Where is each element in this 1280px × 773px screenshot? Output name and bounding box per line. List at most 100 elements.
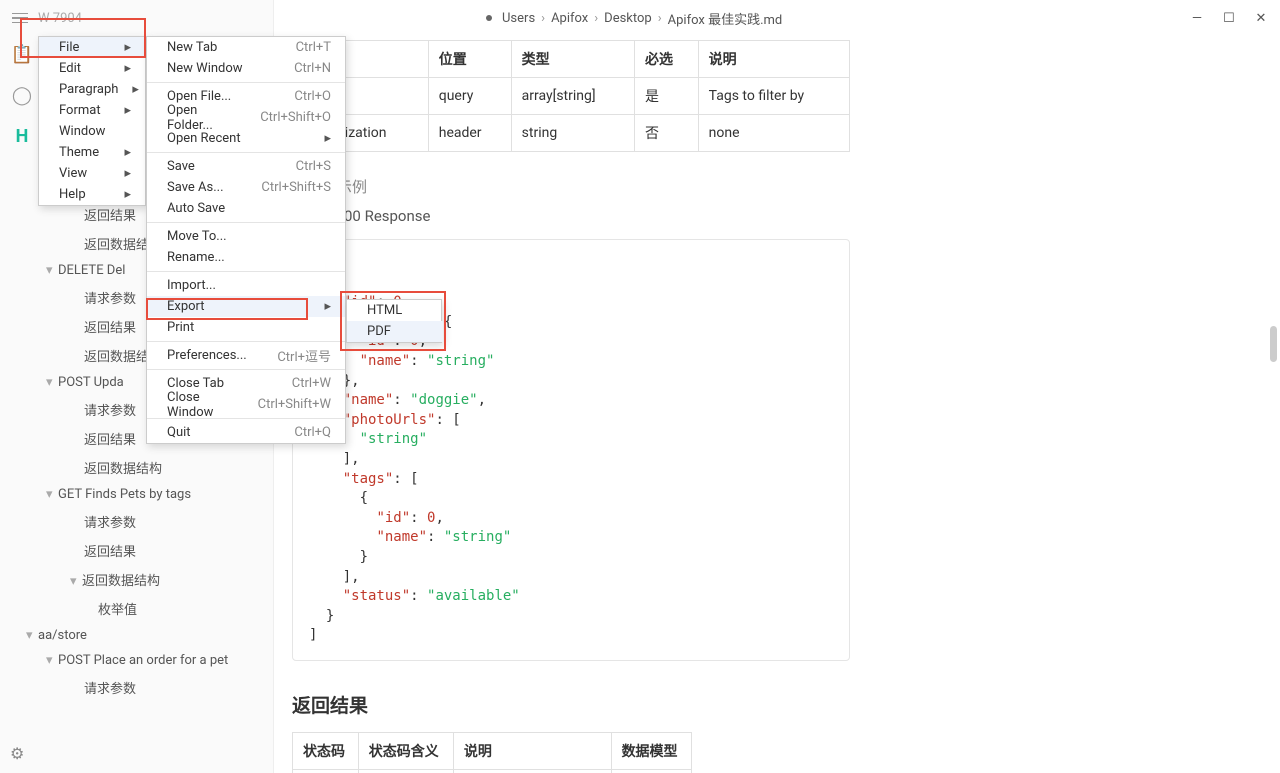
menu-item[interactable]: Auto Save [147, 198, 345, 219]
menu-shortcut: Ctrl+Shift+W [258, 397, 331, 412]
results-heading: 返回结果 [292, 691, 1272, 718]
hamburger-icon[interactable] [12, 13, 28, 24]
menu-item-label: Help [59, 187, 86, 202]
tree-node[interactable]: ▾aa/store [20, 623, 273, 648]
circle-icon[interactable]: ◯ [12, 85, 32, 106]
menu-item[interactable]: Print [147, 317, 345, 338]
menu-item-label: Format [59, 103, 101, 118]
chevron-right-icon: ▸ [324, 299, 331, 314]
tree-node-label: 请求参数 [84, 404, 136, 419]
outline-icon[interactable]: H [16, 126, 29, 147]
chevron-down-icon: ▾ [70, 574, 80, 589]
chevron-right-icon: ▸ [124, 61, 131, 76]
menu-shortcut: Ctrl+T [296, 40, 331, 55]
menu-item-help[interactable]: Help▸ [39, 184, 145, 205]
chevron-right-icon: › [541, 11, 545, 26]
menu-item-pdf[interactable]: PDF [347, 321, 443, 342]
minimize-button[interactable]: — [1190, 11, 1204, 26]
menu-separator [147, 82, 345, 83]
tree-node-label: aa/store [38, 628, 87, 643]
menu-item[interactable]: Save As...Ctrl+Shift+S [147, 177, 345, 198]
tree-node[interactable]: 请求参数 [40, 507, 273, 536]
menu-item[interactable]: Open Folder...Ctrl+Shift+O [147, 107, 345, 128]
tree-node[interactable]: 返回数据结构 [40, 453, 273, 482]
chevron-right-icon: ▸ [124, 166, 131, 181]
file-menu: New TabCtrl+TNew WindowCtrl+NOpen File..… [146, 36, 346, 444]
table-header: 说明 [698, 41, 849, 78]
tree-node-label: 返回数据结构 [84, 462, 162, 477]
chevron-right-icon: ▸ [132, 82, 139, 97]
chevron-down-icon: ▾ [46, 263, 56, 278]
close-button[interactable]: ✕ [1254, 11, 1268, 26]
tree-node[interactable]: ▾返回数据结构 [40, 565, 273, 594]
menu-separator [147, 341, 345, 342]
menu-item-paragraph[interactable]: Paragraph ▸ [39, 79, 145, 100]
chevron-right-icon: › [594, 11, 598, 26]
menu-item-label: Print [167, 320, 194, 335]
menu-item[interactable]: Export▸ [147, 296, 345, 317]
tree-node[interactable]: 返回结果 [40, 536, 273, 565]
breadcrumb-segment[interactable]: Desktop [604, 11, 652, 26]
breadcrumb-segment[interactable]: Apifox 最佳实践.md [668, 9, 783, 28]
maximize-button[interactable]: ☐ [1222, 11, 1236, 26]
menu-item[interactable]: New TabCtrl+T [147, 37, 345, 58]
menu-item[interactable]: Rename... [147, 247, 345, 268]
menu-separator [147, 222, 345, 223]
chevron-down-icon: ▾ [46, 653, 56, 668]
menu-item-label: Rename... [167, 250, 225, 265]
menu-item-label: Paragraph [59, 82, 118, 97]
tree-node-label: POST Place an order for a pet [58, 653, 228, 668]
menu-item-html[interactable]: HTML [347, 300, 443, 321]
table-header: 状态码含义 [358, 732, 453, 769]
scrollbar-thumb[interactable] [1270, 326, 1277, 362]
menu-item[interactable]: QuitCtrl+Q [147, 422, 345, 443]
menu-item-label: PDF [367, 324, 391, 339]
menu-item-label: Save [167, 159, 195, 174]
menu-item-edit[interactable]: Edit ▸ [39, 58, 145, 79]
menu-item[interactable]: New WindowCtrl+N [147, 58, 345, 79]
menu-item-file[interactable]: File▸ [39, 37, 145, 58]
table-row: Authorizationheaderstring否none [293, 115, 850, 152]
tree-node-label: GET Finds Pets by tags [58, 487, 191, 502]
gear-icon[interactable]: ⚙ [10, 744, 24, 763]
table-cell: 200 [293, 769, 359, 773]
menu-item-label: Save As... [167, 180, 224, 195]
table-header: 状态码 [293, 732, 359, 769]
editor-content[interactable]: 名称位置类型必选说明tagsqueryarray[string]是Tags to… [274, 36, 1280, 773]
tree-node[interactable]: 枚举值 [40, 594, 273, 623]
chevron-right-icon: › [658, 11, 662, 26]
breadcrumb-segment[interactable]: Apifox [551, 11, 588, 26]
menu-item-format[interactable]: Format▸ [39, 100, 145, 121]
tree-node[interactable]: ▾POST Place an order for a pet [40, 648, 273, 673]
menu-item[interactable]: Import... [147, 275, 345, 296]
menu-separator [147, 152, 345, 153]
tree-node[interactable]: ▾GET Finds Pets by tags [40, 482, 273, 507]
menu-shortcut: Ctrl+W [292, 376, 331, 391]
menu-shortcut: Ctrl+Shift+O [260, 110, 331, 125]
menu-item[interactable]: Move To... [147, 226, 345, 247]
modified-dot-icon [486, 15, 492, 21]
tree-node[interactable]: 请求参数 [40, 673, 273, 702]
table-cell: Tags to filter by [698, 78, 849, 115]
menu-item-label: Import... [167, 278, 216, 293]
menu-item-view[interactable]: View▸ [39, 163, 145, 184]
clipboard-icon[interactable]: 📋 [11, 44, 33, 65]
chevron-down-icon: ▾ [26, 628, 36, 643]
breadcrumb-segment[interactable]: Users [502, 11, 535, 26]
params-table: 名称位置类型必选说明tagsqueryarray[string]是Tags to… [292, 40, 850, 152]
tab-title: W 7904 [38, 11, 82, 26]
table-cell: string [511, 115, 634, 152]
tree-node-label: 返回结果 [84, 433, 136, 448]
table-cell: array[string] [511, 78, 634, 115]
menu-item-label: Edit [59, 61, 81, 76]
menu-item-window[interactable]: Window [39, 121, 145, 142]
menu-item[interactable]: Preferences...Ctrl+逗号 [147, 345, 345, 366]
export-submenu: HTML PDF [346, 299, 442, 343]
menu-item[interactable]: SaveCtrl+S [147, 156, 345, 177]
menu-item-label: Open Folder... [167, 103, 236, 133]
menu-item-theme[interactable]: Theme▸ [39, 142, 145, 163]
menu-item-label: Preferences... [167, 348, 247, 363]
menu-item[interactable]: Close WindowCtrl+Shift+W [147, 394, 345, 415]
tree-node-label: 返回结果 [84, 209, 136, 224]
menu-item[interactable]: Open Recent▸ [147, 128, 345, 149]
